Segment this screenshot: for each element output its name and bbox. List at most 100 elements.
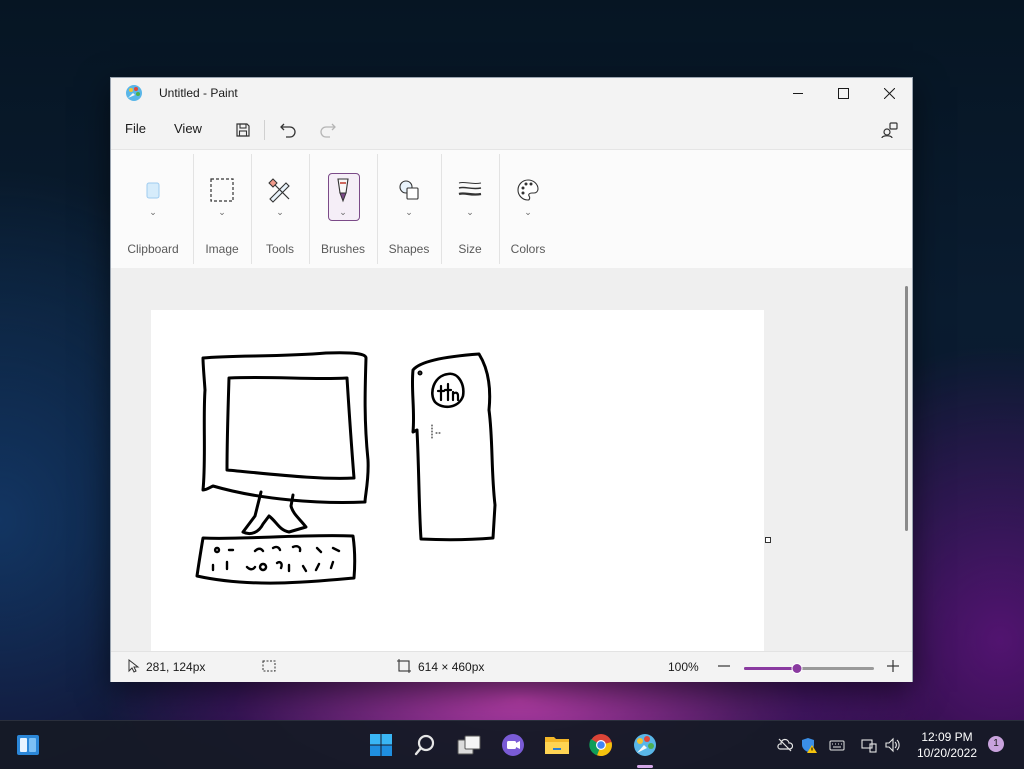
chevron-down-icon: ⌄ <box>339 208 347 218</box>
canvas-size: 614 × 460px <box>418 660 485 674</box>
chevron-down-icon: ⌄ <box>218 208 226 218</box>
save-button[interactable] <box>231 118 255 142</box>
folder-icon <box>545 737 569 754</box>
colors-label: Colors <box>510 242 546 256</box>
zoom-in-icon[interactable] <box>886 659 900 673</box>
search-icon <box>414 734 435 756</box>
close-icon <box>883 87 895 99</box>
status-bar: 281, 124px 614 × 460px 100% <box>111 651 912 682</box>
undo-icon <box>280 123 296 138</box>
chat-icon <box>502 734 524 756</box>
maximize-icon <box>837 87 849 99</box>
ribbon-divider <box>441 154 442 264</box>
onedrive-offline-icon[interactable] <box>777 737 793 753</box>
teams-chat-button[interactable] <box>499 731 527 759</box>
taskbar: 12:09 PM 10/20/2022 <box>0 720 1024 769</box>
security-warning-icon[interactable] <box>801 737 817 753</box>
ribbon-divider <box>377 154 378 264</box>
clipboard-label: Clipboard <box>127 242 179 256</box>
chevron-down-icon: ⌄ <box>466 208 474 218</box>
start-button[interactable] <box>367 731 395 759</box>
task-view-icon <box>457 735 481 755</box>
minimize-icon <box>792 92 803 94</box>
chrome-button[interactable] <box>587 731 615 759</box>
ribbon-divider <box>309 154 310 264</box>
ribbon-divider <box>193 154 194 264</box>
zoom-out-icon[interactable] <box>717 659 731 673</box>
clock-date: 10/20/2022 <box>916 746 978 760</box>
canvas-resize-handle[interactable] <box>765 537 771 543</box>
undo-button[interactable] <box>276 118 300 142</box>
save-icon <box>236 123 250 137</box>
share-icon <box>881 122 898 139</box>
view-menu[interactable]: View <box>174 121 202 136</box>
redo-button[interactable] <box>316 118 340 142</box>
image-label: Image <box>205 242 239 256</box>
share-button[interactable] <box>878 118 902 142</box>
selection-size-icon <box>262 660 276 672</box>
clock-time: 12:09 PM <box>921 730 973 744</box>
zoom-slider[interactable] <box>744 663 874 674</box>
drawing-canvas[interactable] <box>151 310 764 651</box>
line-size-icon <box>458 181 482 196</box>
brushes-label: Brushes <box>320 242 366 256</box>
chevron-down-icon: ⌄ <box>276 208 284 218</box>
chevron-down-icon: ⌄ <box>405 208 413 218</box>
volume-icon[interactable] <box>885 737 901 753</box>
ribbon-divider <box>251 154 252 264</box>
zoom-slider-fill <box>744 667 798 670</box>
keyboard-icon[interactable] <box>829 737 845 753</box>
ribbon-divider <box>499 154 500 264</box>
close-button[interactable] <box>866 78 912 108</box>
chevron-down-icon: ⌄ <box>149 208 157 218</box>
windows-logo-icon <box>370 734 392 756</box>
selection-icon <box>210 178 234 202</box>
shapes-label: Shapes <box>388 242 430 256</box>
paint-palette-icon <box>634 734 656 756</box>
redo-icon <box>320 123 336 138</box>
brushes-group[interactable]: ⌄ Brushes <box>313 150 373 268</box>
widgets-icon <box>17 735 39 755</box>
vertical-scrollbar[interactable] <box>905 286 908 531</box>
task-view-button[interactable] <box>455 731 483 759</box>
title-bar[interactable]: Untitled - Paint <box>111 78 912 108</box>
zoom-slider-thumb[interactable] <box>791 663 803 674</box>
minimize-button[interactable] <box>775 78 821 108</box>
window-title: Untitled - Paint <box>159 86 238 100</box>
tools-group[interactable]: ⌄ Tools <box>255 150 305 268</box>
clock[interactable]: 12:09 PM 10/20/2022 <box>914 729 980 761</box>
ribbon: ⌄ Clipboard ⌄ Image ⌄ Tools ⌄ Brushes ⌄ … <box>111 149 912 269</box>
file-explorer-button[interactable] <box>543 731 571 759</box>
zoom-level[interactable]: 100% <box>668 660 699 674</box>
palette-icon <box>517 179 539 201</box>
notification-badge[interactable]: 1 <box>988 736 1004 752</box>
size-label: Size <box>458 242 482 256</box>
canvas-size-icon <box>397 659 411 673</box>
brush-icon <box>337 178 349 203</box>
search-button[interactable] <box>411 731 439 759</box>
tools-label: Tools <box>265 242 294 256</box>
colors-group[interactable]: ⌄ Colors <box>503 150 553 268</box>
maximize-button[interactable] <box>820 78 866 108</box>
menu-bar: File View <box>111 110 912 148</box>
toolbar-divider <box>264 120 265 140</box>
size-group[interactable]: ⌄ Size <box>445 150 495 268</box>
computer-sketch-drawing <box>195 351 497 585</box>
chevron-down-icon: ⌄ <box>524 208 532 218</box>
image-group[interactable]: ⌄ Image <box>197 150 247 268</box>
paint-taskbar-button[interactable] <box>631 731 659 759</box>
cursor-position-icon <box>128 659 140 673</box>
paint-window: Untitled - Paint File View ⌄ Clipboard ⌄… <box>110 77 913 682</box>
clipboard-group[interactable]: ⌄ Clipboard <box>117 150 189 268</box>
cursor-position: 281, 124px <box>146 660 206 674</box>
widgets-button[interactable] <box>14 731 42 759</box>
pencil-eraser-icon <box>268 178 290 203</box>
file-menu[interactable]: File <box>125 121 146 136</box>
shapes-group[interactable]: ⌄ Shapes <box>381 150 437 268</box>
chrome-icon <box>589 734 612 757</box>
shapes-icon <box>399 180 419 200</box>
paint-palette-icon <box>126 85 142 101</box>
canvas-workspace[interactable] <box>111 268 912 651</box>
clipboard-icon <box>146 182 160 199</box>
network-icon[interactable] <box>861 737 877 753</box>
